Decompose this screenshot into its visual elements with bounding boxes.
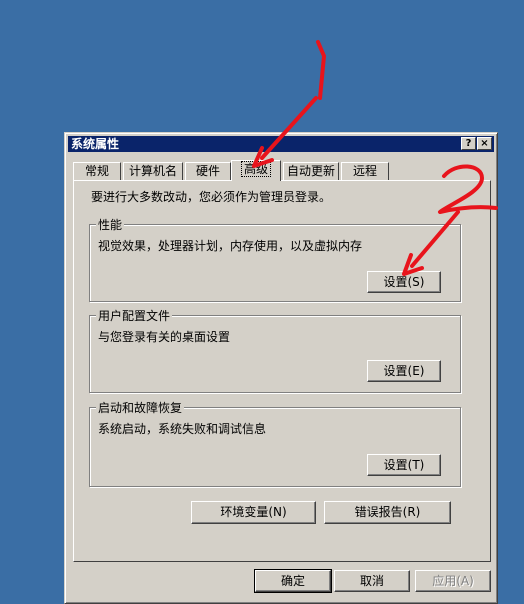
performance-description: 视觉效果，处理器计划，内存使用，以及虚拟内存 xyxy=(98,239,363,253)
cancel-button[interactable]: 取消 xyxy=(334,570,410,592)
startup-recovery-group-title: 启动和故障恢复 xyxy=(96,399,185,416)
window-title: 系统属性 xyxy=(71,137,120,151)
error-reporting-button[interactable]: 错误报告(R) xyxy=(324,501,451,524)
startup-recovery-description: 系统启动，系统失败和调试信息 xyxy=(98,422,267,436)
apply-button[interactable]: 应用(A) xyxy=(415,570,491,592)
close-button[interactable]: × xyxy=(477,137,492,150)
ok-button[interactable]: 确定 xyxy=(254,569,332,593)
annotation-number-1 xyxy=(316,40,326,100)
user-profiles-settings-button[interactable]: 设置(E) xyxy=(367,360,441,382)
performance-group-title: 性能 xyxy=(96,216,125,233)
startup-recovery-settings-button[interactable]: 设置(T) xyxy=(367,454,441,476)
tab-automatic-updates[interactable]: 自动更新 xyxy=(283,162,339,180)
environment-variables-button[interactable]: 环境变量(N) xyxy=(191,501,316,524)
tab-computer-name[interactable]: 计算机名 xyxy=(123,162,183,180)
startup-recovery-group: 启动和故障恢复 系统启动，系统失败和调试信息 设置(T) xyxy=(89,399,461,487)
tab-advanced[interactable]: 高级 xyxy=(231,160,281,181)
admin-notice: 要进行大多数改动，您必须作为管理员登录。 xyxy=(91,190,332,204)
tab-hardware[interactable]: 硬件 xyxy=(185,162,231,180)
help-button[interactable]: ? xyxy=(461,137,476,150)
title-bar[interactable]: 系统属性 ? × xyxy=(68,136,494,152)
performance-group: 性能 视觉效果，处理器计划，内存使用，以及虚拟内存 设置(S) xyxy=(89,216,461,302)
tab-general[interactable]: 常规 xyxy=(73,162,121,180)
performance-settings-button[interactable]: 设置(S) xyxy=(367,271,441,293)
advanced-tab-panel: 要进行大多数改动，您必须作为管理员登录。 性能 视觉效果，处理器计划，内存使用，… xyxy=(73,180,491,562)
user-profiles-group: 用户配置文件 与您登录有关的桌面设置 设置(E) xyxy=(89,307,461,393)
user-profiles-group-title: 用户配置文件 xyxy=(96,307,173,324)
system-properties-window: 系统属性 ? × 常规 计算机名 硬件 高级 自动更新 远程 要进行大多数改动，… xyxy=(64,132,498,604)
tab-remote[interactable]: 远程 xyxy=(341,162,389,180)
user-profiles-description: 与您登录有关的桌面设置 xyxy=(98,330,231,344)
